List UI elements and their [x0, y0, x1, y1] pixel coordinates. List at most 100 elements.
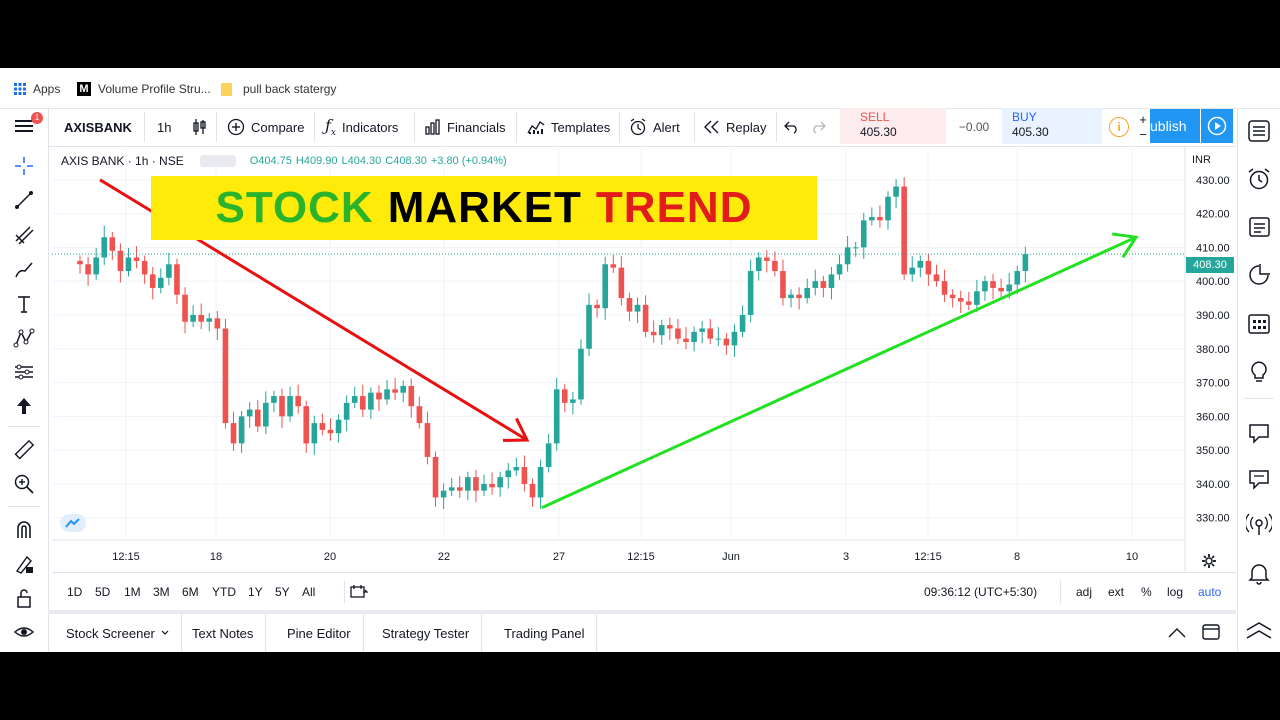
- calendar-button[interactable]: [1246, 310, 1272, 336]
- goto-date-button[interactable]: [350, 584, 369, 603]
- lock-drawings-tool[interactable]: [12, 552, 36, 576]
- trend-line-tool[interactable]: [12, 188, 36, 212]
- tradingview-logo[interactable]: [60, 514, 86, 532]
- fib-tool[interactable]: [12, 223, 36, 247]
- candle-body: [545, 443, 552, 468]
- timeframe-1m[interactable]: 1M: [124, 585, 141, 599]
- bookmark-volume-profile[interactable]: M Volume Profile Stru...: [77, 82, 211, 96]
- financials-button[interactable]: Financials: [425, 108, 506, 146]
- qty-stepper[interactable]: + −: [1136, 108, 1150, 146]
- change-value: +3.80 (+0.94%): [430, 155, 507, 167]
- symbol-search[interactable]: AXISBANK: [64, 108, 132, 146]
- bookmark-apps[interactable]: Apps: [14, 82, 60, 96]
- timeframe-ytd[interactable]: YTD: [212, 585, 236, 599]
- toolbar-divider: [8, 506, 40, 507]
- adj-toggle[interactable]: adj: [1076, 585, 1092, 599]
- tab-strategy-tester[interactable]: Strategy Tester: [370, 614, 483, 652]
- magnet-tool[interactable]: [12, 518, 36, 542]
- menu-button[interactable]: 1: [12, 112, 43, 138]
- percent-toggle[interactable]: %: [1141, 585, 1152, 599]
- notifications-button[interactable]: [1246, 560, 1272, 586]
- tab-pine-editor[interactable]: Pine Editor: [275, 614, 364, 652]
- candle-body: [658, 325, 665, 336]
- text-tool[interactable]: [12, 292, 36, 316]
- candle-body: [691, 331, 697, 342]
- bookmark-pull-back[interactable]: pull back statergy: [221, 82, 336, 96]
- tab-stock-screener[interactable]: Stock Screener: [54, 614, 182, 652]
- candle-body: [246, 409, 253, 417]
- undo-button[interactable]: [784, 108, 800, 146]
- pattern-tool[interactable]: [12, 326, 36, 350]
- buy-button[interactable]: BUY 405.30: [1002, 108, 1102, 144]
- crosshair-tool[interactable]: [12, 154, 36, 178]
- candle-body: [634, 304, 641, 312]
- brush-tool[interactable]: [12, 258, 36, 282]
- lock-tool[interactable]: [12, 586, 36, 610]
- play-button[interactable]: [1200, 109, 1233, 143]
- hide-drawings-tool[interactable]: [12, 620, 36, 644]
- log-toggle[interactable]: log: [1167, 585, 1183, 599]
- timeframe-5d[interactable]: 5D: [95, 585, 110, 599]
- minus-icon[interactable]: −: [1139, 127, 1147, 142]
- banner-word-2: MARKET: [387, 183, 582, 232]
- tab-text-notes[interactable]: Text Notes: [180, 614, 267, 652]
- x-tick-label: 8: [1014, 551, 1020, 563]
- goto-date-icon: [350, 585, 369, 598]
- ext-toggle[interactable]: ext: [1108, 585, 1124, 599]
- timeframe-all[interactable]: All: [302, 585, 315, 599]
- ruler-tool[interactable]: [12, 438, 36, 462]
- legend-toggle[interactable]: [199, 155, 236, 167]
- x-tick-label: 22: [438, 551, 450, 563]
- y-tick-label: 330.00: [1196, 513, 1230, 525]
- publish-button[interactable]: ublish: [1150, 109, 1200, 143]
- ideas-button[interactable]: [1246, 358, 1272, 384]
- candle-body: [416, 406, 423, 424]
- templates-button[interactable]: Templates: [527, 108, 610, 146]
- watchlist-button[interactable]: [1246, 118, 1272, 144]
- info-button[interactable]: i: [1102, 108, 1136, 146]
- timeframe-1d[interactable]: 1D: [67, 585, 82, 599]
- indicators-button[interactable]: ƒx Indicators: [325, 108, 398, 146]
- compare-button[interactable]: Compare: [227, 108, 304, 146]
- broadcast-button[interactable]: [1246, 512, 1272, 538]
- chats-button[interactable]: [1246, 420, 1272, 446]
- broadcast-icon: [1246, 513, 1272, 535]
- streams-button[interactable]: [1246, 466, 1272, 492]
- candle-body: [723, 338, 730, 346]
- candle-body: [772, 260, 778, 272]
- data-window-button[interactable]: [1246, 262, 1272, 288]
- interval-button[interactable]: 1h: [157, 108, 171, 146]
- timeframe-1y[interactable]: 1Y: [248, 585, 263, 599]
- candle-body: [966, 301, 972, 305]
- prediction-tool[interactable]: [12, 360, 36, 384]
- replay-button[interactable]: Replay: [704, 108, 766, 146]
- maximize-panel-button[interactable]: [1202, 624, 1220, 643]
- alert-button[interactable]: Alert: [629, 108, 680, 146]
- alerts-button[interactable]: [1246, 166, 1272, 192]
- sell-button[interactable]: SELL 405.30: [840, 108, 946, 144]
- clock-readout[interactable]: 09:36:12 (UTC+5:30): [924, 585, 1037, 599]
- timeframe-6m[interactable]: 6M: [182, 585, 199, 599]
- uptrend-line[interactable]: [541, 235, 1137, 509]
- collapse-sidebar-button[interactable]: [1246, 618, 1272, 644]
- arrow-up-tool[interactable]: [12, 394, 36, 418]
- y-tick-label: 410.00: [1196, 242, 1230, 254]
- plus-icon[interactable]: +: [1139, 112, 1147, 127]
- candle-body: [319, 423, 326, 430]
- expand-panel-button[interactable]: [1168, 626, 1186, 641]
- x-tick-label: 12:15: [627, 551, 655, 563]
- timeframe-5y[interactable]: 5Y: [275, 585, 290, 599]
- timeframe-bar: 1D 5D 1M 3M 6M YTD 1Y 5Y All 09:36:12 (UTC+5:30)…: [52, 572, 1236, 611]
- candle-body: [667, 325, 673, 329]
- auto-toggle[interactable]: auto: [1198, 585, 1221, 599]
- y-tick-label: 430.00: [1196, 175, 1230, 187]
- redo-button[interactable]: [810, 108, 826, 146]
- candle-body: [877, 216, 883, 221]
- tab-trading-panel[interactable]: Trading Panel: [492, 614, 598, 652]
- chart-style-button[interactable]: [192, 108, 208, 146]
- chart-settings-button[interactable]: [1201, 553, 1217, 574]
- zoom-tool[interactable]: [12, 472, 36, 496]
- news-button[interactable]: [1246, 214, 1272, 240]
- candle-body: [521, 467, 528, 484]
- timeframe-3m[interactable]: 3M: [153, 585, 170, 599]
